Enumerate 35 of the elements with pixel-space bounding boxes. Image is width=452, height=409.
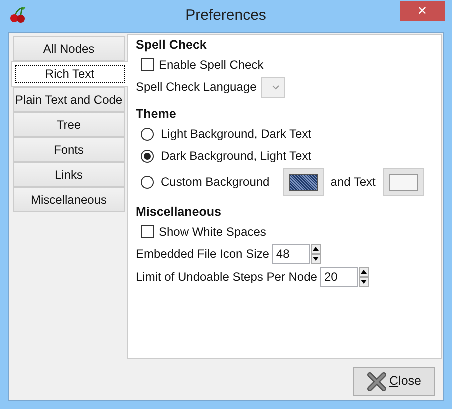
radio-label: Custom Background: [161, 174, 270, 191]
tab[interactable]: Fonts: [13, 137, 125, 162]
radio-label: Dark Background, Light Text: [161, 148, 312, 165]
checkbox[interactable]: [141, 58, 154, 71]
radio-button[interactable]: [141, 176, 154, 188]
spinner-arrows[interactable]: [311, 244, 322, 264]
color-button[interactable]: [382, 168, 424, 196]
tab[interactable]: Rich Text: [11, 61, 128, 87]
tab[interactable]: Links: [13, 162, 125, 187]
window-title: Preferences: [186, 6, 266, 26]
field-label: Limit of Undoable Steps Per Node: [136, 268, 318, 286]
section-heading: Miscellaneous: [136, 204, 222, 221]
radio-label: Light Background, Dark Text: [161, 126, 312, 143]
close-button[interactable]: ✕: [400, 1, 445, 21]
radio-button[interactable]: [141, 150, 154, 162]
field-label: Spell Check Language: [136, 79, 257, 96]
field-label: Embedded File Icon Size: [136, 246, 270, 262]
checkbox-label: Enable Spell Check: [159, 56, 264, 74]
cherry-icon: [9, 6, 27, 24]
cross-icon: [366, 372, 387, 392]
color-button[interactable]: [282, 168, 324, 196]
number-field[interactable]: 48: [272, 244, 310, 264]
section-heading: Spell Check: [136, 37, 208, 54]
radio-button[interactable]: [141, 128, 154, 140]
checkbox[interactable]: [141, 225, 154, 238]
tab[interactable]: Tree: [13, 112, 125, 137]
tab[interactable]: Plain Text and Code: [13, 87, 125, 112]
number-field[interactable]: 20: [320, 266, 358, 286]
section-heading: Theme: [136, 106, 178, 123]
tab[interactable]: Miscellaneous: [13, 187, 125, 212]
field-label: and Text: [330, 174, 376, 191]
spinner-arrows[interactable]: [359, 266, 370, 286]
close-button[interactable]: Close: [353, 367, 435, 396]
checkbox-label: Show White Spaces: [159, 224, 266, 240]
tab[interactable]: All Nodes: [13, 36, 125, 61]
